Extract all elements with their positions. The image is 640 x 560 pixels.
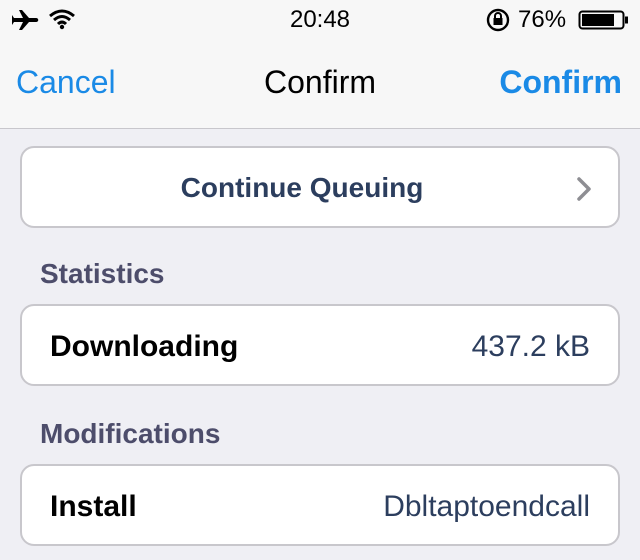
continue-queuing-button[interactable]: Continue Queuing — [20, 146, 620, 228]
modifications-header: Modifications — [40, 418, 221, 449]
downloading-row: Downloading 437.2 kB — [20, 304, 620, 386]
status-bar: 20:48 76% — [0, 0, 640, 40]
top-bar: 20:48 76% Cancel Confirm Confirm — [0, 0, 640, 129]
downloading-label: Downloading — [50, 330, 239, 363]
statistics-header: Statistics — [40, 258, 165, 289]
downloading-value: 437.2 kB — [471, 330, 590, 363]
battery-icon — [578, 10, 628, 30]
install-label: Install — [50, 490, 137, 523]
install-row: Install Dbltaptoendcall — [20, 464, 620, 546]
confirm-button[interactable]: Confirm — [499, 64, 622, 101]
chevron-right-icon — [577, 177, 591, 201]
install-value: Dbltaptoendcall — [383, 490, 590, 523]
battery-percent: 76% — [518, 6, 567, 33]
continue-queuing-label: Continue Queuing — [180, 172, 424, 203]
rotation-lock-icon — [486, 8, 510, 32]
